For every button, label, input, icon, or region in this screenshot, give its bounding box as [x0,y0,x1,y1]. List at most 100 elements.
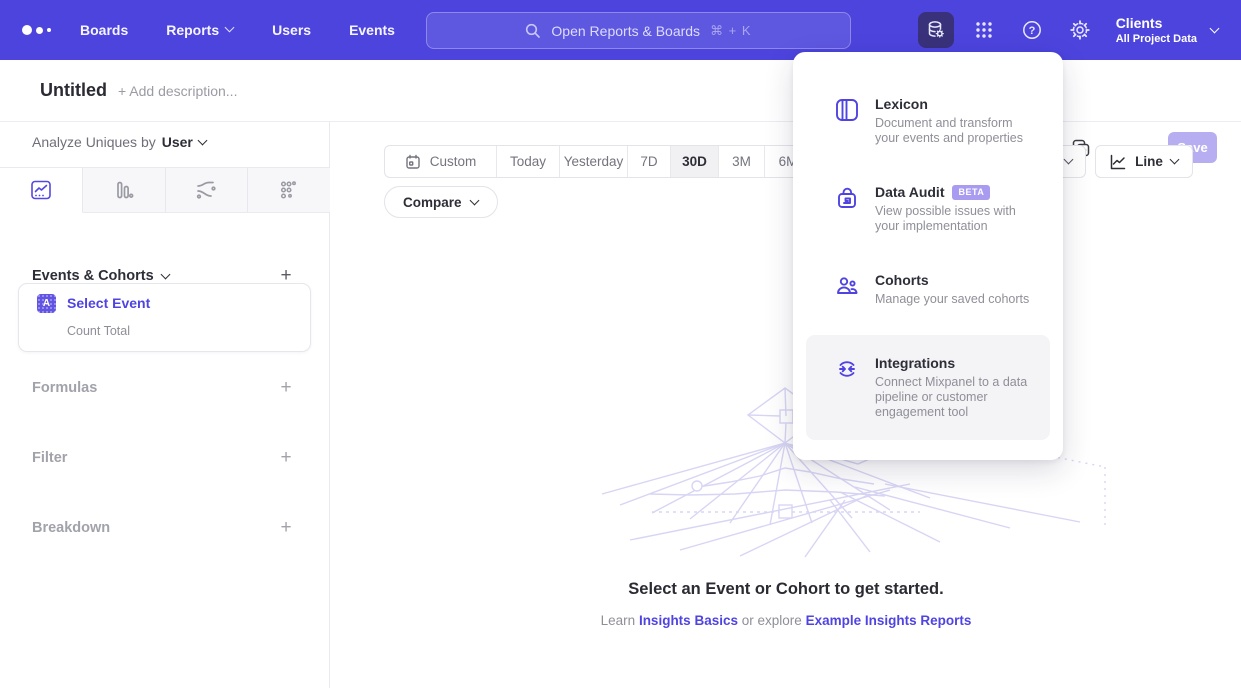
analyze-uniques-row: Analyze Uniques by User [32,134,207,150]
nav-item-label: Boards [80,22,128,38]
report-title[interactable]: Untitled [40,80,107,101]
date-range-custom[interactable]: Custom [385,146,497,177]
date-range-30d[interactable]: 30D [671,146,719,177]
cohorts-users-icon [834,273,860,299]
learn-prefix: Learn [601,613,636,628]
add-filter-button[interactable] [277,450,295,468]
chevron-down-icon [1065,156,1073,164]
insights-basics-link[interactable]: Insights Basics [639,613,738,628]
tab-metric-dots[interactable] [248,168,330,212]
help-button[interactable]: ? [1014,12,1050,48]
events-cohorts-label: Events & Cohorts [32,268,154,284]
apps-grid-button[interactable] [966,12,1002,48]
tab-bar-chart[interactable] [83,168,166,212]
insights-report-page: Boards Reports Users Events Open Reports… [0,0,1241,688]
report-description-placeholder[interactable]: + Add description... [118,83,237,99]
project-switcher[interactable]: Clients All Project Data [1116,15,1219,46]
nav-links: Boards Reports Users Events [80,22,395,38]
nav-icon-group: ? Clients All Project Data [918,0,1241,60]
project-name: All Project Data [1116,32,1197,46]
compare-dropdown[interactable]: Compare [384,186,498,218]
flow-chart-icon [194,178,218,202]
calendar-icon [405,154,421,170]
count-total-dropdown[interactable]: Count Total [67,324,130,338]
date-range-segmented-control: Custom Today Yesterday 7D 30D 3M 6M [384,145,812,178]
metric-dots-icon [278,179,300,201]
empty-state-title: Select an Event or Cohort to get started… [331,580,1241,599]
chevron-down-icon [471,197,479,205]
chart-style-label: Line [1135,154,1163,169]
menu-item-description: Manage your saved cohorts [875,292,1035,307]
menu-item-cohorts[interactable]: Cohorts Manage your saved cohorts [793,260,1063,319]
analyze-label: Analyze Uniques by [32,134,156,150]
search-icon [525,23,541,39]
bar-chart-icon [113,179,135,201]
nav-item-reports[interactable]: Reports [166,22,234,38]
svg-text:?: ? [1028,25,1035,37]
menu-item-lexicon[interactable]: Lexicon Document and transform your even… [793,84,1063,158]
menu-item-description: Document and transform your events and p… [875,116,1035,146]
nav-item-label: Users [272,22,311,38]
formulas-section-label: Formulas [32,380,97,396]
menu-item-title: Integrations [875,355,955,371]
line-chart-icon [30,179,52,201]
settings-button[interactable] [1062,12,1098,48]
filter-section-label: Filter [32,450,67,466]
nav-item-label: Events [349,22,395,38]
chart-style-dropdown[interactable]: Line [1095,145,1193,178]
help-icon: ? [1021,19,1043,41]
compare-label: Compare [403,195,462,210]
tab-flow-chart[interactable] [166,168,249,212]
line-style-icon [1109,153,1127,171]
events-cohorts-header[interactable]: Events & Cohorts [32,268,170,284]
chart-type-tabs [0,167,330,213]
date-range-label: Yesterday [564,154,624,169]
chevron-down-icon [1171,156,1179,164]
query-builder-sidebar: Analyze Uniques by User [0,122,330,688]
menu-item-integrations[interactable]: Integrations Connect Mixpanel to a data … [806,335,1050,440]
org-name: Clients [1116,15,1197,32]
menu-item-description: View possible issues with your implement… [875,204,1035,234]
example-insights-reports-link[interactable]: Example Insights Reports [806,613,972,628]
select-event-label[interactable]: Select Event [67,295,150,311]
event-letter-badge: A [37,294,56,313]
tab-line-chart[interactable] [0,168,83,213]
date-range-7d[interactable]: 7D [628,146,671,177]
menu-item-highlight: Integrations Connect Mixpanel to a data … [806,335,1050,440]
data-audit-icon [834,185,860,211]
analyze-value: User [162,134,193,150]
nav-item-boards[interactable]: Boards [80,22,128,38]
integrations-sync-icon [834,356,860,382]
nav-item-users[interactable]: Users [272,22,311,38]
menu-item-data-audit[interactable]: Data Audit BETA View possible issues wit… [793,172,1063,246]
date-range-label: Custom [430,154,477,169]
date-range-3m[interactable]: 3M [719,146,765,177]
add-formula-button[interactable] [277,380,295,398]
or-explore-text: or explore [742,613,802,628]
mixpanel-logo-icon[interactable] [22,25,62,35]
breakdown-section-label: Breakdown [32,520,110,536]
menu-item-title: Lexicon [875,96,928,112]
settings-gear-icon [1069,19,1091,41]
menu-item-description: Connect Mixpanel to a data pipeline or c… [875,375,1035,420]
top-nav: Boards Reports Users Events Open Reports… [0,0,1241,60]
data-management-button[interactable] [918,12,954,48]
date-range-yesterday[interactable]: Yesterday [560,146,628,177]
chevron-down-icon [226,24,234,32]
search-placeholder: Open Reports & Boards [551,23,700,39]
date-range-label: 3M [732,154,751,169]
event-card[interactable]: A Select Event Count Total [18,283,311,352]
analyze-value-dropdown[interactable]: User [162,134,207,150]
date-range-label: 7D [640,154,657,169]
nav-item-events[interactable]: Events [349,22,395,38]
date-range-today[interactable]: Today [497,146,560,177]
database-gear-icon [925,19,947,41]
date-range-label: Today [510,154,546,169]
search-shortcut: ⌘ + K [710,23,752,39]
empty-state-subtitle: Learn Insights Basics or explore Example… [331,613,1241,628]
apps-grid-icon [974,20,994,40]
global-search-input[interactable]: Open Reports & Boards ⌘ + K [426,12,851,49]
add-breakdown-button[interactable] [277,520,295,538]
lexicon-book-icon [834,97,860,123]
beta-badge: BETA [952,185,990,200]
